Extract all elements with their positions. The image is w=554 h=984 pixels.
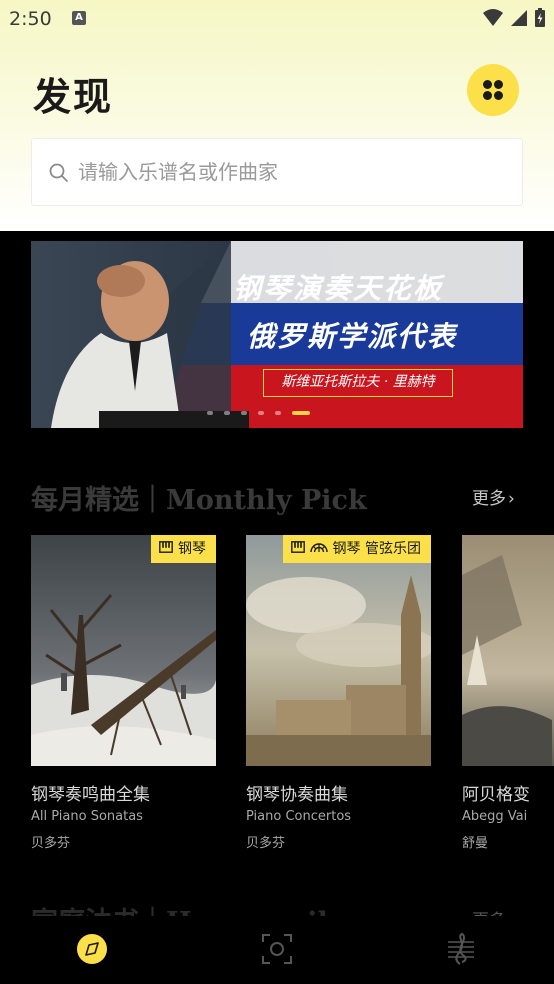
compass-icon — [77, 934, 107, 964]
orchestra-icon — [309, 535, 328, 563]
nav-library[interactable] — [444, 932, 478, 966]
a-letter-icon: A — [72, 11, 86, 25]
search-icon — [49, 163, 68, 182]
scan-icon — [262, 934, 292, 964]
page-title: 发现 — [33, 74, 114, 119]
instrument-badge-label: 钢琴 管弦乐团 — [332, 541, 421, 557]
battery-charging-icon — [535, 8, 545, 27]
card-title: 阿贝格变 — [462, 785, 530, 805]
grid-menu-button[interactable] — [467, 64, 519, 116]
card-title: 钢琴奏鸣曲全集 — [31, 785, 150, 805]
banner-tag: 斯维亚托斯拉夫 · 里赫特 — [263, 369, 453, 397]
status-icons — [482, 8, 546, 28]
instrument-badge: 钢琴 管弦乐团 — [282, 535, 431, 563]
banner-pagination — [207, 411, 316, 416]
status-bar: 2:50 A — [0, 0, 554, 38]
card-subtitle: Piano Concertos — [246, 809, 352, 824]
bottom-navigation — [0, 916, 554, 984]
card-cover-image — [246, 535, 431, 766]
banner-headline-1: 钢琴演奏天花板 — [233, 272, 444, 305]
instrument-badge-label: 钢琴 — [178, 541, 206, 557]
pagination-dot[interactable] — [224, 411, 231, 415]
sheet-music-icon — [448, 932, 474, 965]
card-subtitle: All Piano Sonatas — [31, 809, 143, 824]
card-composer: 舒曼 — [462, 836, 489, 851]
card-title: 钢琴协奏曲集 — [246, 785, 348, 805]
nav-scan[interactable] — [260, 932, 294, 966]
piano-icon — [290, 535, 305, 563]
card-composer: 贝多芬 — [246, 836, 286, 851]
pagination-dot[interactable] — [207, 411, 213, 415]
search-bar[interactable] — [31, 138, 523, 206]
section-title-monthly: 每月精选｜Monthly Pick — [31, 485, 367, 516]
pagination-dot-active[interactable] — [292, 411, 311, 415]
pagination-dot[interactable] — [241, 411, 248, 415]
header-area: 2:50 A 发现 — [0, 0, 554, 231]
piano-icon — [159, 535, 173, 563]
status-time: 2:50 — [9, 8, 52, 30]
card-cover-image — [31, 535, 216, 766]
chevron-right-icon: › — [508, 489, 515, 509]
promo-banner[interactable]: 钢琴演奏天花板 俄罗斯学派代表 斯维亚托斯拉夫 · 里赫特 — [31, 241, 523, 428]
banner-headline-2: 俄罗斯学派代表 — [247, 320, 458, 353]
wifi-icon — [482, 9, 503, 26]
nav-discover[interactable] — [75, 932, 109, 966]
card-subtitle: Abegg Vai — [462, 809, 528, 824]
more-label: 更多 — [472, 489, 506, 509]
pagination-dot[interactable] — [258, 411, 265, 415]
instrument-badge: 钢琴 — [151, 535, 216, 563]
card-cover-image — [462, 535, 554, 766]
card-composer: 贝多芬 — [31, 836, 71, 851]
cell-signal-icon — [510, 10, 527, 26]
pagination-dot[interactable] — [275, 411, 282, 415]
search-input[interactable] — [78, 139, 508, 205]
more-button-monthly[interactable]: 更多 › — [472, 484, 515, 509]
score-card[interactable]: 阿贝格变 Abegg Vai 舒曼 — [462, 535, 554, 855]
